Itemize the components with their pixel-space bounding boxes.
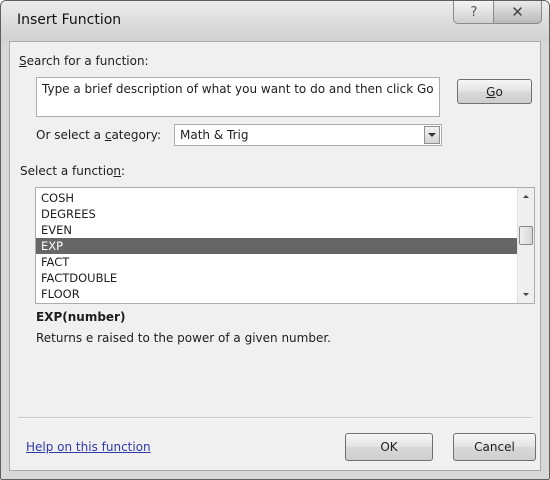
vertical-scrollbar[interactable] [517, 188, 534, 303]
ok-button[interactable]: OK [345, 433, 433, 461]
help-on-function-link[interactable]: Help on this function [26, 440, 151, 454]
list-item-fact[interactable]: FACT [36, 254, 518, 270]
category-label: Or select a category: [36, 128, 162, 142]
chevron-down-icon [428, 133, 436, 137]
chevron-down-icon [523, 293, 529, 296]
list-item-even[interactable]: EVEN [36, 222, 518, 238]
function-list-label: Select a function: [20, 164, 126, 178]
dialog-title: Insert Function [17, 12, 122, 28]
search-input[interactable]: Type a brief description of what you wan… [36, 77, 440, 117]
cancel-button[interactable]: Cancel [453, 433, 536, 461]
function-list-items: COSH DEGREES EVEN EXP FACT FACTDOUBLE FL… [36, 190, 518, 302]
list-item-exp[interactable]: EXP [36, 238, 518, 254]
category-value: Math & Trig [180, 128, 249, 142]
function-description: Returns e raised to the power of a given… [36, 331, 331, 345]
function-signature: EXP(number) [36, 310, 126, 324]
insert-function-dialog: Insert Function ? ✕ Search for a functio… [0, 0, 550, 480]
footer-divider [18, 417, 532, 419]
category-select[interactable]: Math & Trig [174, 124, 442, 146]
list-item-factdouble[interactable]: FACTDOUBLE [36, 270, 518, 286]
search-label: Search for a function: [19, 54, 149, 68]
chevron-up-icon [523, 195, 529, 198]
help-button[interactable]: ? [453, 1, 495, 24]
dialog-body: Search for a function: Type a brief desc… [9, 41, 541, 471]
list-item-cosh[interactable]: COSH [36, 190, 518, 206]
question-mark-icon: ? [470, 4, 478, 20]
scroll-thumb[interactable] [519, 226, 533, 245]
close-button[interactable]: ✕ [493, 1, 542, 24]
function-list[interactable]: COSH DEGREES EVEN EXP FACT FACTDOUBLE FL… [35, 187, 535, 304]
list-item-floor[interactable]: FLOOR [36, 286, 518, 302]
list-item-degrees[interactable]: DEGREES [36, 206, 518, 222]
title-bar[interactable]: Insert Function ? ✕ [1, 1, 549, 41]
scroll-down-button[interactable] [518, 286, 534, 303]
dropdown-button[interactable] [424, 126, 440, 144]
go-button[interactable]: Go [457, 79, 532, 104]
close-icon: ✕ [511, 3, 524, 21]
scroll-up-button[interactable] [518, 188, 534, 205]
